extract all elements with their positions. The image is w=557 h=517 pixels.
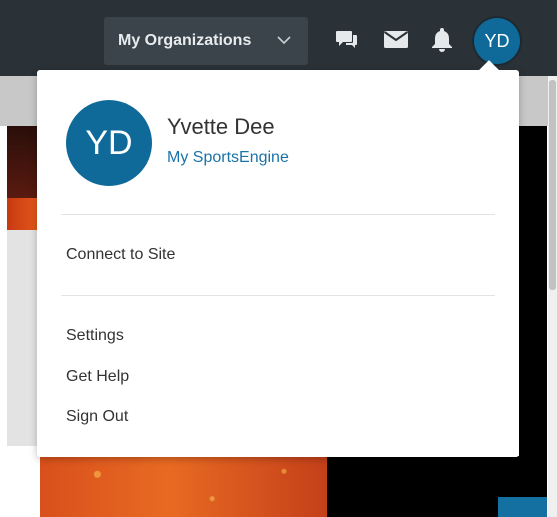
my-organizations-label: My Organizations [118,32,252,49]
menu-divider [61,214,495,215]
user-name: Yvette Dee [167,114,275,139]
mail-icon[interactable] [383,26,409,52]
settings-item[interactable]: Settings [66,327,124,345]
avatar-initials: YD [484,30,510,51]
background-image [40,456,327,517]
chevron-down-icon [277,36,291,45]
my-sportsengine-link[interactable]: My SportsEngine [167,149,289,167]
connect-to-site-item[interactable]: Connect to Site [66,246,175,264]
profile-avatar: YD [66,100,152,186]
chat-icon[interactable] [334,26,360,52]
bell-icon[interactable] [429,26,455,52]
background-image [7,198,37,230]
profile-avatar-initials: YD [85,123,133,162]
user-dropdown-menu: YD Yvette Dee My SportsEngine Connect to… [37,60,519,457]
top-nav-bar: My Organizations YD [0,0,557,76]
page: My Organizations YD YD Yvette Dee My Spo… [0,0,557,517]
get-help-item[interactable]: Get Help [66,368,129,386]
background-image [7,126,37,198]
menu-divider [61,295,495,296]
scrollbar-thumb[interactable] [549,80,556,290]
user-avatar-button[interactable]: YD [474,18,520,64]
background-panel [7,230,37,446]
my-organizations-button[interactable]: My Organizations [104,17,308,65]
background-button [498,497,547,517]
sign-out-item[interactable]: Sign Out [66,408,128,426]
